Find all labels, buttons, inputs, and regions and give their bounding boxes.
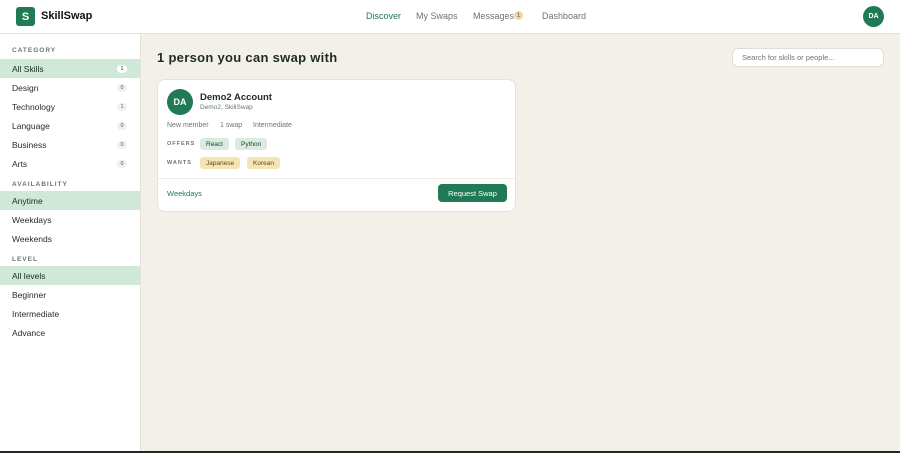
category-count: 0 [117,140,127,149]
availability-link[interactable]: Weekdays [167,189,202,198]
category-count: 0 [117,121,127,130]
wants-label: WANTS [167,160,192,166]
profile-name[interactable]: Demo2 Account [200,92,272,103]
nav-messages[interactable]: Messages [473,11,514,21]
category-item-design[interactable]: Design 0 [0,78,140,97]
level-item-advance[interactable]: Advance [0,323,140,342]
category-item-arts[interactable]: Arts 0 [0,154,140,173]
skill-level: Intermediate [253,122,292,129]
swap-count: 1 swap [220,122,243,129]
availability-item-weekdays[interactable]: Weekdays [0,210,140,229]
app-name[interactable]: SkillSwap [41,10,92,22]
card-divider [158,178,515,179]
profile-subtitle: Demo2, SkillSwap [200,104,253,111]
category-label: Business [12,139,47,150]
member-status: New member [167,122,209,129]
level-item-beginner[interactable]: Beginner [0,285,140,304]
category-count: 1 [117,64,127,73]
category-label: All Skills [12,63,44,74]
user-avatar[interactable]: DA [863,6,884,27]
request-swap-button[interactable]: Request Swap [438,184,507,202]
category-label: Technology [12,101,56,112]
level-section-title: LEVEL [12,256,38,263]
filter-sidebar: CATEGORY All Skills 1 Design 0 Technolog… [0,34,141,453]
offer-chip: Python [235,138,268,150]
nav-discover[interactable]: Discover [366,11,401,21]
category-label: Language [12,120,50,131]
category-label: Arts [12,158,28,169]
offers-label: OFFERS [167,141,196,147]
level-item-intermediate[interactable]: Intermediate [0,304,140,323]
want-chip: Korean [247,157,280,169]
category-item-technology[interactable]: Technology 1 [0,97,140,116]
logo-icon[interactable]: S [16,7,35,26]
profile-card: DA Demo2 Account Demo2, SkillSwap New me… [157,79,516,212]
availability-item-anytime[interactable]: Anytime [0,191,140,210]
category-item-business[interactable]: Business 0 [0,135,140,154]
messages-count-badge: 1 [514,11,523,20]
results-heading: 1 person you can swap with [157,50,338,65]
offer-chip: React [200,138,229,150]
category-item-language[interactable]: Language 0 [0,116,140,135]
search-input[interactable] [732,48,884,67]
top-bar: S SkillSwap Discover My Swaps Messages 1… [0,0,900,34]
category-count: 0 [117,83,127,92]
want-chip: Japanese [200,157,241,169]
availability-section-title: AVAILABILITY [12,181,68,188]
availability-item-weekends[interactable]: Weekends [0,229,140,248]
nav-my-swaps[interactable]: My Swaps [416,11,458,21]
category-count: 1 [117,102,127,111]
level-item-all-levels[interactable]: All levels [0,266,140,285]
nav-dashboard[interactable]: Dashboard [542,11,586,21]
profile-avatar[interactable]: DA [167,89,193,115]
category-section-title: CATEGORY [12,47,57,54]
category-item-all-skills[interactable]: All Skills 1 [0,59,140,78]
category-count: 0 [117,159,127,168]
category-label: Design [12,82,39,93]
